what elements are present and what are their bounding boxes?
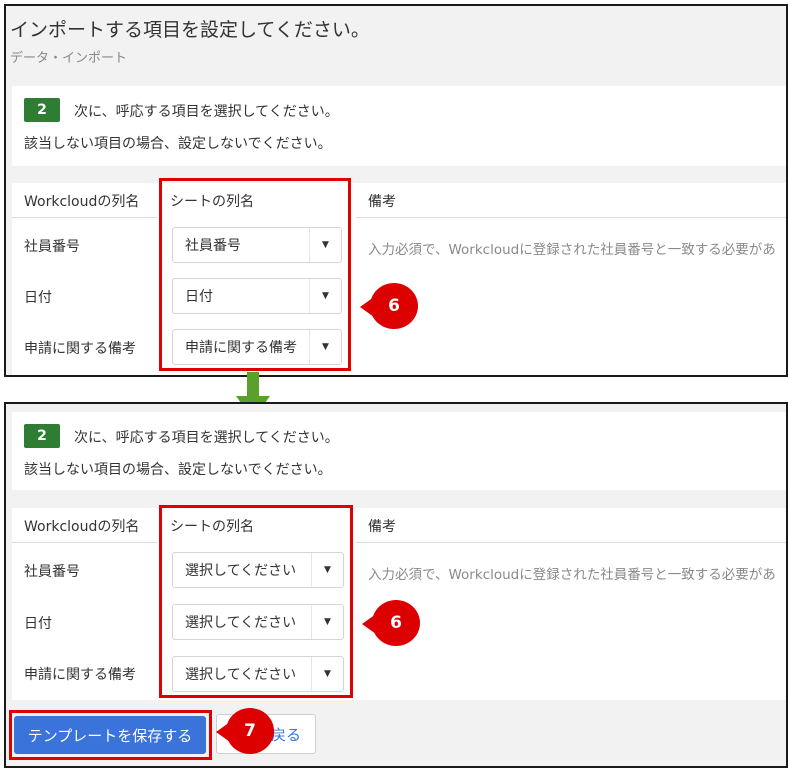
- header-workcloud-column: Workcloudの列名: [24, 519, 140, 535]
- step-card: 2 次に、呼応する項目を選択してください。 該当しない項目の場合、設定しないでく…: [12, 86, 786, 166]
- step-badge: 2: [24, 424, 60, 448]
- highlight-box-sheet-column: [159, 178, 351, 371]
- page-title: インポートする項目を設定してください。: [10, 19, 370, 41]
- row-label-date: 日付: [24, 616, 52, 632]
- row-label-employee-number: 社員番号: [24, 564, 80, 580]
- header-divider: [12, 542, 158, 543]
- breadcrumb: データ・インポート: [10, 51, 128, 66]
- step-marker-6-top: 6: [360, 283, 424, 331]
- step-card: 2 次に、呼応する項目を選択してください。 該当しない項目の場合、設定しないでく…: [12, 412, 786, 490]
- header-remarks-column: 備考: [368, 194, 396, 210]
- step-note: 該当しない項目の場合、設定しないでください。: [24, 462, 332, 478]
- step-marker-7: 7: [216, 708, 280, 756]
- step-instruction: 次に、呼応する項目を選択してください。: [74, 430, 339, 446]
- header-divider: [356, 542, 786, 543]
- step-instruction: 次に、呼応する項目を選択してください。: [74, 104, 339, 120]
- before-panel: インポートする項目を設定してください。 データ・インポート 2 次に、呼応する項…: [4, 4, 788, 377]
- row-label-employee-number: 社員番号: [24, 239, 80, 255]
- header-divider: [356, 217, 786, 218]
- row-label-date: 日付: [24, 290, 52, 306]
- remark-employee-number: 入力必須で、Workcloudに登録された社員番号と一致する必要があ: [368, 567, 776, 583]
- row-label-application-remark: 申請に関する備考: [24, 341, 136, 357]
- step-badge: 2: [24, 98, 60, 122]
- remark-employee-number: 入力必須で、Workcloudに登録された社員番号と一致する必要があ: [368, 242, 776, 258]
- marker-number: 7: [226, 708, 274, 754]
- form-footer: 戻る テンプレートを保存する 7: [6, 702, 786, 766]
- highlight-box-sheet-column: [159, 505, 353, 698]
- header-remarks-column: 備考: [368, 519, 396, 535]
- after-panel: 2 次に、呼応する項目を選択してください。 該当しない項目の場合、設定しないでく…: [4, 402, 788, 768]
- header-divider: [12, 217, 158, 218]
- marker-number: 6: [372, 600, 420, 646]
- step-marker-6-bottom: 6: [362, 600, 426, 648]
- header-workcloud-column: Workcloudの列名: [24, 194, 140, 210]
- step-note: 該当しない項目の場合、設定しないでください。: [24, 136, 332, 152]
- highlight-box-save-button: [9, 710, 212, 760]
- mapping-table: Workcloudの列名 シートの列名 備考 社員番号 社員番号 ▼ 入力必須で…: [12, 183, 786, 375]
- row-label-application-remark: 申請に関する備考: [24, 667, 136, 683]
- marker-number: 6: [370, 283, 418, 329]
